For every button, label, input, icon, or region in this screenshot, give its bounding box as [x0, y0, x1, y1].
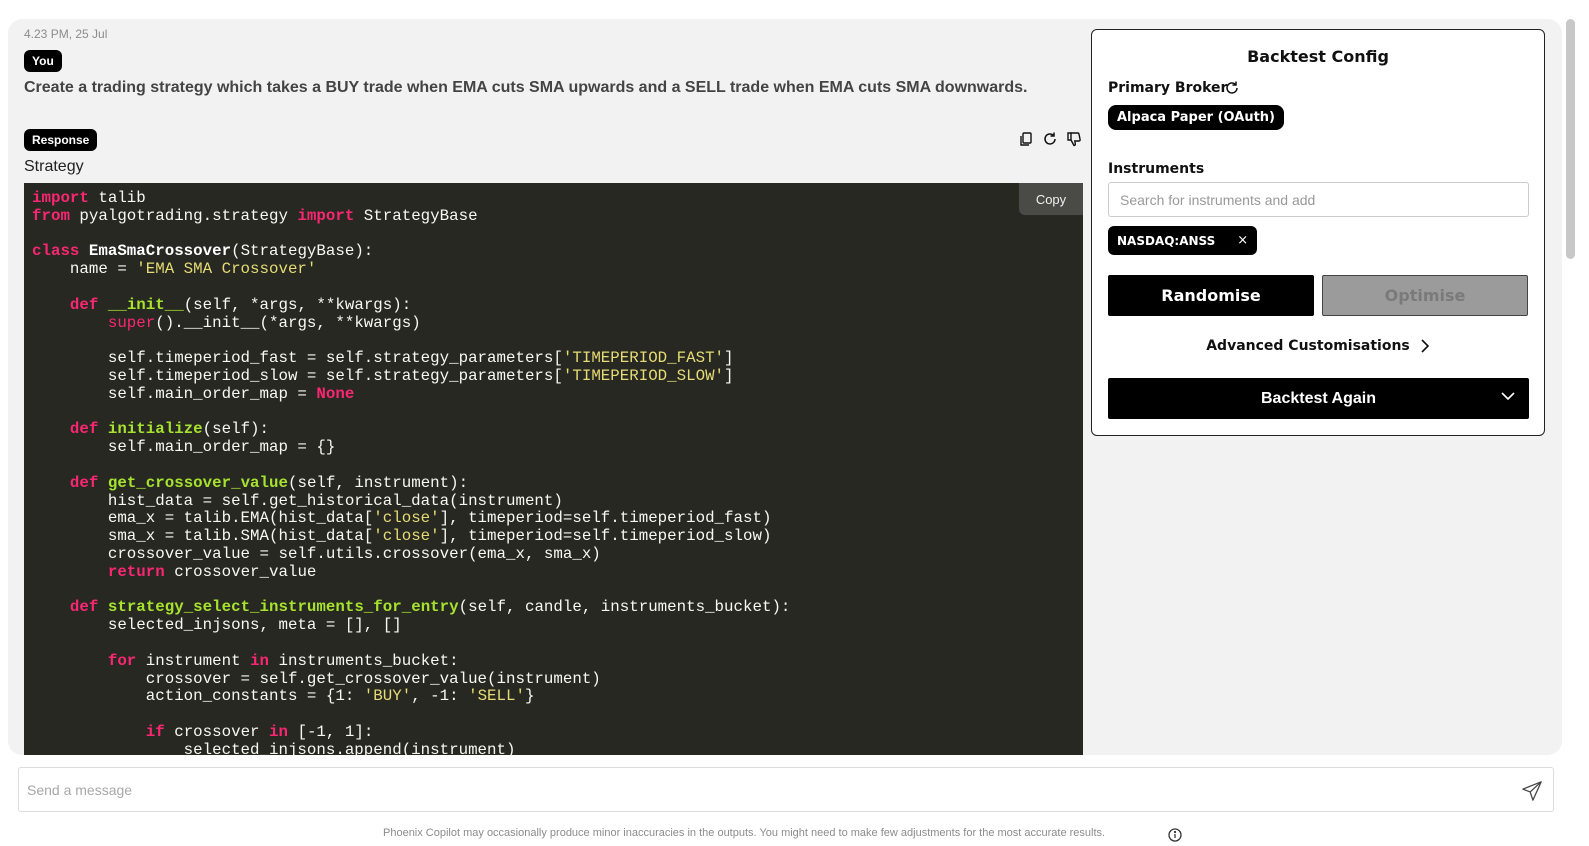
thumbs-down-icon[interactable]: [1066, 131, 1082, 147]
user-badge: You: [24, 50, 62, 72]
refresh-icon[interactable]: [1042, 131, 1058, 147]
copy-code-button[interactable]: Copy: [1019, 183, 1083, 215]
message-composer: [18, 767, 1554, 812]
code-content: import talib from pyalgotrading.strategy…: [32, 189, 791, 755]
instrument-search-input[interactable]: [1108, 182, 1529, 217]
footer-disclaimer: Phoenix Copilot may occasionally produce…: [383, 827, 1106, 839]
config-title: Backtest Config: [1247, 47, 1389, 66]
backtest-again-button[interactable]: Backtest Again: [1108, 378, 1529, 419]
optimise-button[interactable]: Optimise: [1322, 275, 1528, 316]
broker-label: Primary Broker: [1108, 80, 1228, 96]
message-input[interactable]: [27, 778, 1507, 802]
instrument-chip: NASDAQ:ANSS ×: [1108, 226, 1258, 255]
send-icon[interactable]: [1521, 780, 1543, 802]
instrument-chip-label: NASDAQ:ANSS: [1117, 233, 1216, 248]
backtest-config-panel: Backtest Config Primary Broker Alpaca Pa…: [1091, 29, 1545, 436]
chevron-down-icon[interactable]: [1501, 391, 1515, 401]
advanced-customisations-link[interactable]: Advanced Customisations: [1092, 338, 1544, 354]
copy-icon[interactable]: [1018, 131, 1034, 147]
chevron-right-icon: [1421, 339, 1429, 353]
response-actions: [1018, 131, 1082, 147]
randomise-button[interactable]: Randomise: [1108, 275, 1314, 316]
advanced-customisations-label: Advanced Customisations: [1206, 338, 1410, 354]
info-icon[interactable]: [1168, 828, 1182, 842]
message-timestamp: 4.23 PM, 25 Jul: [24, 27, 108, 41]
backtest-again-label: Backtest Again: [1261, 389, 1376, 407]
user-prompt: Create a trading strategy which takes a …: [24, 79, 1028, 96]
close-icon[interactable]: ×: [1237, 233, 1248, 248]
refresh-broker-icon[interactable]: [1224, 80, 1240, 96]
instruments-label: Instruments: [1108, 161, 1205, 177]
broker-select[interactable]: Alpaca Paper (OAuth): [1108, 105, 1284, 130]
response-badge: Response: [24, 129, 98, 151]
code-block: import talib from pyalgotrading.strategy…: [24, 183, 1083, 755]
response-section-label: Strategy: [24, 158, 84, 175]
scrollbar[interactable]: [1566, 19, 1575, 259]
